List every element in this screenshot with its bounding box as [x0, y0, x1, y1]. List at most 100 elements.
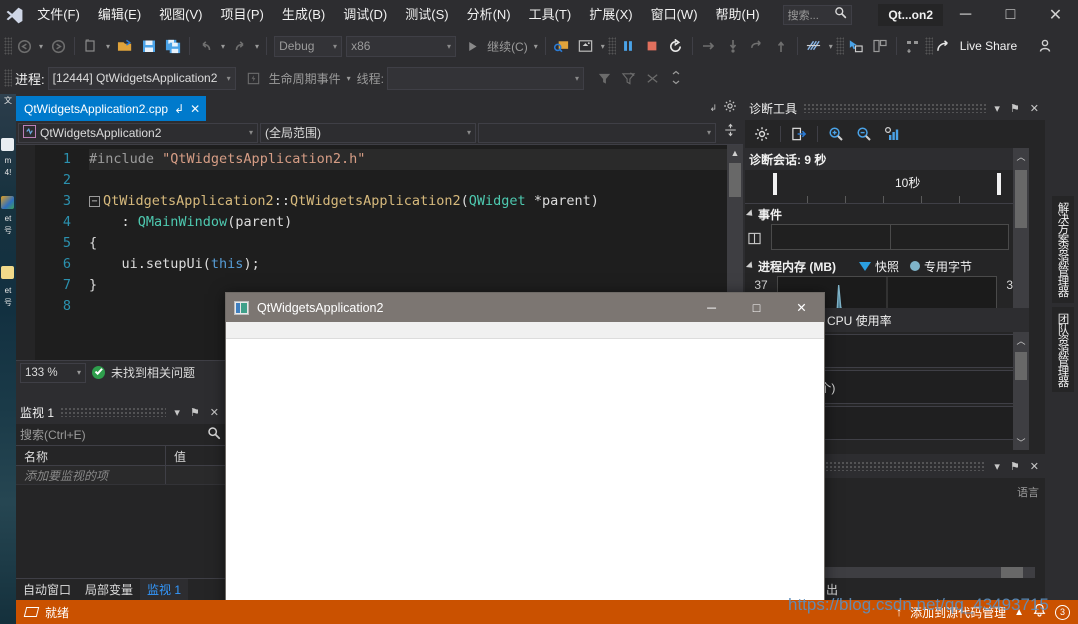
code-line[interactable]: 6 ui.setupUi(this);	[35, 254, 727, 275]
usage-scrollbar-thumb[interactable]	[1015, 352, 1027, 380]
qt-minimize-button[interactable]: ─	[689, 293, 734, 322]
step-over-icon[interactable]	[697, 34, 721, 58]
tab-overflow-chevron-icon[interactable]: ↲	[709, 103, 717, 114]
undo-icon[interactable]	[194, 34, 218, 58]
settings-gear-icon[interactable]	[749, 122, 775, 146]
usage-scrollbar[interactable]: ︿ ﹀	[1013, 332, 1029, 450]
menu-tools[interactable]: 工具(T)	[520, 0, 581, 30]
dock-tab-team-explorer[interactable]: 团队资源管理器	[1052, 307, 1074, 393]
step-into-icon[interactable]	[721, 34, 745, 58]
diag-drag-grip[interactable]	[803, 103, 986, 113]
notification-bell-icon[interactable]	[1032, 603, 1047, 621]
menu-test[interactable]: 测试(S)	[396, 0, 457, 30]
panel-dropdown-icon[interactable]: ▾	[172, 406, 182, 419]
editor-settings-gear-icon[interactable]	[723, 99, 737, 118]
feedback-person-icon[interactable]	[1034, 34, 1058, 58]
close-button[interactable]: ✕	[1033, 0, 1078, 30]
status-chevron-icon[interactable]: ▲	[1014, 607, 1024, 618]
undo-caret[interactable]: ▾	[218, 42, 228, 51]
restart-icon[interactable]	[664, 34, 688, 58]
menu-help[interactable]: 帮助(H)	[707, 0, 769, 30]
open-folder-icon[interactable]	[113, 34, 137, 58]
intellitrace-icon[interactable]	[802, 34, 826, 58]
watch-search-input[interactable]: 搜索(Ctrl+E)	[16, 424, 225, 446]
live-share-icon[interactable]	[933, 34, 957, 58]
nav-member-combo[interactable]: ▾	[478, 123, 716, 143]
continue-label[interactable]: 继续(C)	[484, 38, 531, 55]
lifecycle-caret[interactable]: ▾	[344, 74, 354, 83]
thread-combo[interactable]: ▾	[387, 67, 584, 90]
events-track[interactable]	[771, 224, 1009, 250]
process-toolbar-grip[interactable]	[4, 69, 12, 87]
continue-play-icon[interactable]	[460, 34, 484, 58]
select-chart-icon[interactable]	[879, 122, 905, 146]
diag-dropdown-icon[interactable]: ▾	[992, 102, 1002, 115]
live-visual-tree-icon[interactable]	[868, 34, 892, 58]
tab-watch-1[interactable]: 监视 1	[140, 579, 188, 600]
filter-funnel-icon[interactable]	[592, 66, 616, 90]
pause-icon[interactable]	[616, 34, 640, 58]
memory-section-header[interactable]: 进程内存 (MB) 快照 专用字节	[745, 256, 1029, 276]
code-line[interactable]: 4 : QMainWindow(parent)	[35, 212, 727, 233]
events-section-header[interactable]: 事件	[745, 204, 1029, 224]
nav-scope-combo[interactable]: (全局范围) ▾	[260, 123, 476, 143]
step-up-icon[interactable]	[769, 34, 793, 58]
panel-drag-grip[interactable]	[60, 407, 166, 417]
source-control-label[interactable]: 添加到源代码管理	[910, 604, 1006, 621]
solution-platform-combo[interactable]: x86 ▾	[346, 36, 456, 57]
thread-flatten-icon[interactable]	[640, 66, 664, 90]
tab-autos[interactable]: 自动窗口	[16, 579, 78, 600]
close-icon[interactable]: ✕	[190, 102, 200, 116]
filter-clear-icon[interactable]	[616, 66, 640, 90]
diag-pin-icon[interactable]: ⚑	[1008, 102, 1022, 115]
menu-file[interactable]: 文件(F)	[28, 0, 89, 30]
timeline-ruler[interactable]: 10秒	[745, 170, 1029, 204]
new-item-icon[interactable]	[79, 34, 103, 58]
scroll-down-arrow-icon[interactable]: ﹀	[1013, 434, 1029, 450]
menu-build[interactable]: 生成(B)	[273, 0, 334, 30]
toolbar-grip-4[interactable]	[925, 37, 933, 55]
live-share-label[interactable]: Live Share	[957, 39, 1020, 53]
pin-icon[interactable]: ↲	[174, 102, 184, 116]
qt-menubar[interactable]	[226, 322, 824, 339]
intellitrace-caret[interactable]: ▾	[826, 42, 836, 51]
process-combo[interactable]: [12444] QtWidgetsApplication2 ▾	[48, 67, 236, 90]
timeline-marker-start[interactable]	[773, 173, 777, 195]
quote-tool-icon[interactable]	[901, 34, 925, 58]
dock-tab-solution-explorer[interactable]: 解决方案资源管理器	[1052, 196, 1074, 303]
timeline-marker-end[interactable]	[997, 173, 1001, 195]
search-icon[interactable]	[207, 426, 221, 443]
panel-close-icon[interactable]: ✕	[208, 406, 221, 419]
code-line[interactable]: 1#include "QtWidgetsApplication2.h"	[35, 149, 727, 170]
tab-locals[interactable]: 局部变量	[78, 579, 140, 600]
editor-tab-qtwidgetsapplication2-cpp[interactable]: QtWidgetsApplication2.cpp ↲ ✕	[16, 96, 206, 121]
qt-close-button[interactable]: ✕	[779, 293, 824, 322]
new-item-caret[interactable]: ▾	[103, 42, 113, 51]
lifecycle-events-label[interactable]: 生命周期事件	[266, 70, 344, 87]
menu-analyze[interactable]: 分析(N)	[458, 0, 520, 30]
solution-configuration-combo[interactable]: Debug ▾	[274, 36, 342, 57]
lower-dropdown-icon[interactable]: ▾	[992, 460, 1002, 473]
breakpoint-glyph-margin[interactable]	[16, 145, 35, 384]
menu-extensions[interactable]: 扩展(X)	[580, 0, 641, 30]
menu-edit[interactable]: 编辑(E)	[89, 0, 150, 30]
lower-pin-icon[interactable]: ⚑	[1008, 460, 1022, 473]
output-scrollbar-thumb[interactable]	[1001, 567, 1023, 578]
diag-close-icon[interactable]: ✕	[1028, 102, 1041, 115]
redo-caret[interactable]: ▾	[252, 42, 262, 51]
notification-count-badge[interactable]: 3	[1055, 605, 1070, 620]
overflow-chevron-icon[interactable]	[664, 66, 688, 90]
redo-icon[interactable]	[228, 34, 252, 58]
fold-collapse-icon[interactable]: −	[89, 196, 100, 207]
tab-cpu-usage[interactable]: CPU 使用率	[827, 312, 892, 329]
qt-maximize-button[interactable]: □	[734, 293, 779, 322]
panel-pin-icon[interactable]: ⚑	[188, 406, 202, 419]
lower-close-icon[interactable]: ✕	[1028, 460, 1041, 473]
menu-window[interactable]: 窗口(W)	[642, 0, 707, 30]
toolbar-grip-3[interactable]	[836, 37, 844, 55]
select-element-icon[interactable]	[844, 34, 868, 58]
diag-scrollbar-thumb[interactable]	[1015, 170, 1027, 228]
code-line[interactable]: 5{	[35, 233, 727, 254]
show-window-layout-icon[interactable]	[574, 34, 598, 58]
qt-client-area[interactable]	[226, 339, 824, 624]
